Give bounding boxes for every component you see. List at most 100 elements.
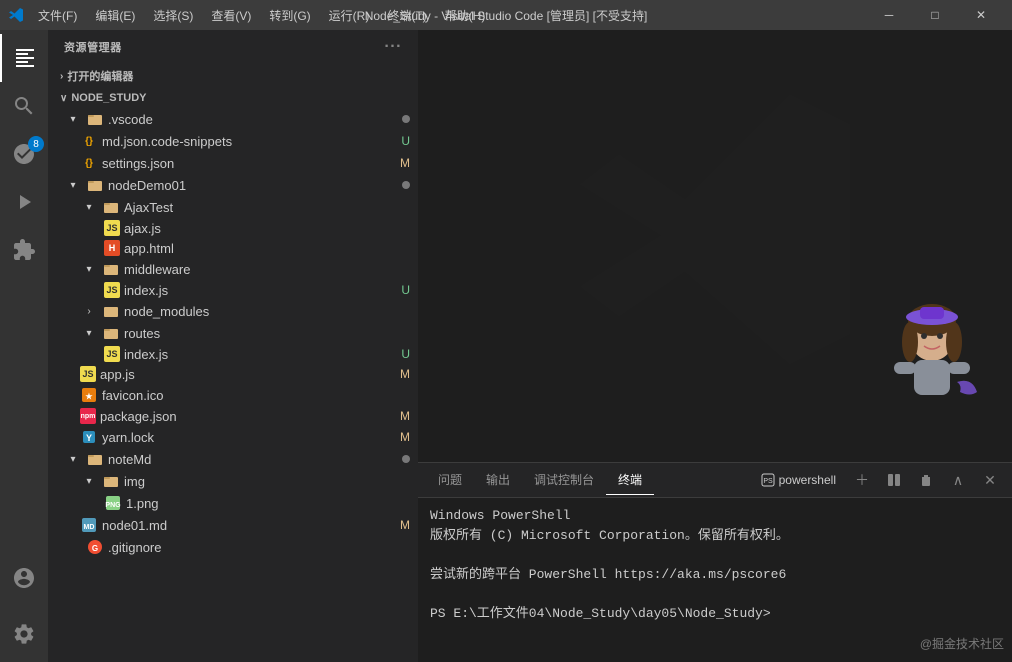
restore-button[interactable]: □ <box>912 0 958 30</box>
tree-middleware-index[interactable]: JS index.js U <box>48 280 418 300</box>
notemd-dot <box>402 455 410 463</box>
term-line-3 <box>430 545 1000 565</box>
tab-debug-console[interactable]: 调试控制台 <box>522 465 606 495</box>
tree-notemd[interactable]: ▾ noteMd <box>48 448 418 470</box>
menu-view[interactable]: 查看(V) <box>203 3 259 28</box>
js-file-icon4: JS <box>80 366 96 382</box>
tree-1png[interactable]: PNG 1.png <box>48 492 418 514</box>
folder-ajax-icon <box>102 198 120 216</box>
package-json-icon: npm <box>80 408 96 424</box>
arrow-down-mid: ▾ <box>80 260 98 278</box>
tree-middleware[interactable]: ▾ middleware <box>48 258 418 280</box>
arrow-down-img: ▾ <box>80 472 98 490</box>
arrow-down-icon3: ▾ <box>80 198 98 216</box>
yarn-lock-label: yarn.lock <box>102 430 400 445</box>
tree-ajaxtest[interactable]: ▾ AjaxTest <box>48 196 418 218</box>
tab-output[interactable]: 输出 <box>474 465 522 495</box>
node01md-badge: M <box>400 518 410 532</box>
svg-text:G: G <box>92 544 98 553</box>
terminal-split-button[interactable] <box>880 466 908 494</box>
middleware-index-label: index.js <box>124 283 401 298</box>
svg-text:PNG: PNG <box>105 502 121 509</box>
app-js-badge: M <box>400 367 410 381</box>
tree-favicon[interactable]: ★ favicon.ico <box>48 384 418 406</box>
tree-settings-json[interactable]: {} settings.json M <box>48 152 418 174</box>
js-file-icon: JS <box>104 220 120 236</box>
terminal-content[interactable]: Windows PowerShell 版权所有 (C) Microsoft Co… <box>418 498 1012 662</box>
git-file-icon: G <box>86 538 104 556</box>
term-line-1: Windows PowerShell <box>430 506 1000 526</box>
gitignore-label: .gitignore <box>108 540 418 555</box>
titlebar-controls: ─ □ ✕ <box>866 0 1004 30</box>
tree-gitignore[interactable]: G .gitignore <box>48 536 418 558</box>
terminal-tabs: 问题 输出 调试控制台 终端 PS powershell ＋ <box>418 463 1012 498</box>
app-html-label: app.html <box>124 241 418 256</box>
middleware-index-badge: U <box>401 283 410 297</box>
js-file-icon2: JS <box>104 282 120 298</box>
tree-img[interactable]: ▾ img <box>48 470 418 492</box>
svg-text:MD: MD <box>84 524 95 531</box>
menu-file[interactable]: 文件(F) <box>30 3 85 28</box>
project-arrow: ∨ <box>60 93 67 104</box>
editor-area <box>418 30 1012 462</box>
file-tree: ▾ .vscode {} md.json.code-snippets U {} … <box>48 108 418 558</box>
favicon-icon: ★ <box>80 386 98 404</box>
terminal-trash-button[interactable] <box>912 466 940 494</box>
menu-edit[interactable]: 编辑(E) <box>87 3 143 28</box>
close-button[interactable]: ✕ <box>958 0 1004 30</box>
svg-text:PS: PS <box>763 478 773 485</box>
open-editors-arrow: › <box>60 71 63 82</box>
activity-search[interactable] <box>0 82 48 130</box>
activity-settings[interactable] <box>0 610 48 658</box>
terminal-chevron-up-button[interactable]: ∧ <box>944 466 972 494</box>
tree-app-html[interactable]: H app.html <box>48 238 418 258</box>
tree-vscode[interactable]: ▾ .vscode <box>48 108 418 130</box>
tab-problems[interactable]: 问题 <box>426 465 474 495</box>
arrow-down-icon2: ▾ <box>64 176 82 194</box>
term-line-2: 版权所有 (C) Microsoft Corporation。保留所有权利。 <box>430 526 1000 546</box>
tree-routes-index[interactable]: JS index.js U <box>48 344 418 364</box>
right-area: 问题 输出 调试控制台 终端 PS powershell ＋ <box>418 30 1012 662</box>
terminal-panel: 问题 输出 调试控制台 终端 PS powershell ＋ <box>418 462 1012 662</box>
activity-run[interactable] <box>0 178 48 226</box>
sidebar-more-button[interactable]: ··· <box>384 38 402 56</box>
terminal-add-button[interactable]: ＋ <box>848 466 876 494</box>
tree-app-js[interactable]: JS app.js M <box>48 364 418 384</box>
open-editors-label: 打开的编辑器 <box>67 68 133 84</box>
tree-ajax-js[interactable]: JS ajax.js <box>48 218 418 238</box>
md-file-icon: MD <box>80 516 98 534</box>
nodedemo-label: nodeDemo01 <box>108 178 402 193</box>
package-json-badge: M <box>400 409 410 423</box>
activity-extensions[interactable] <box>0 226 48 274</box>
folder-nodedemo-icon <box>86 176 104 194</box>
anime-character <box>872 302 992 422</box>
project-section[interactable]: ∨ NODE_STUDY <box>48 88 418 108</box>
project-label: NODE_STUDY <box>71 92 146 104</box>
png-label: 1.png <box>126 496 418 511</box>
terminal-close-button[interactable]: ✕ <box>976 466 1004 494</box>
svg-text:★: ★ <box>85 392 93 401</box>
activity-git[interactable]: 8 <box>0 130 48 178</box>
tree-node01md[interactable]: MD node01.md M <box>48 514 418 536</box>
svg-text:Y: Y <box>86 433 92 443</box>
open-editors-section[interactable]: › 打开的编辑器 <box>48 64 418 88</box>
minimize-button[interactable]: ─ <box>866 0 912 30</box>
tree-nodedemo01[interactable]: ▾ nodeDemo01 <box>48 174 418 196</box>
routes-index-badge: U <box>401 347 410 361</box>
tree-routes[interactable]: ▾ routes <box>48 322 418 344</box>
node01md-label: node01.md <box>102 518 400 533</box>
tree-node-modules[interactable]: › node_modules <box>48 300 418 322</box>
yarn-lock-badge: M <box>400 430 410 444</box>
ajax-js-label: ajax.js <box>124 221 418 236</box>
tab-terminal[interactable]: 终端 <box>606 465 654 495</box>
routes-index-label: index.js <box>124 347 401 362</box>
menu-goto[interactable]: 转到(G) <box>261 3 318 28</box>
tree-yarn-lock[interactable]: Y yarn.lock M <box>48 426 418 448</box>
menu-select[interactable]: 选择(S) <box>145 3 201 28</box>
main-area: 8 资源管理器 ··· › 打开的编辑器 ∨ NODE_STUDY <box>0 30 1012 662</box>
activity-accounts[interactable] <box>0 554 48 602</box>
ajaxtest-label: AjaxTest <box>124 200 418 215</box>
tree-package-json[interactable]: npm package.json M <box>48 406 418 426</box>
activity-explorer[interactable] <box>0 34 48 82</box>
tree-md-snippets[interactable]: {} md.json.code-snippets U <box>48 130 418 152</box>
